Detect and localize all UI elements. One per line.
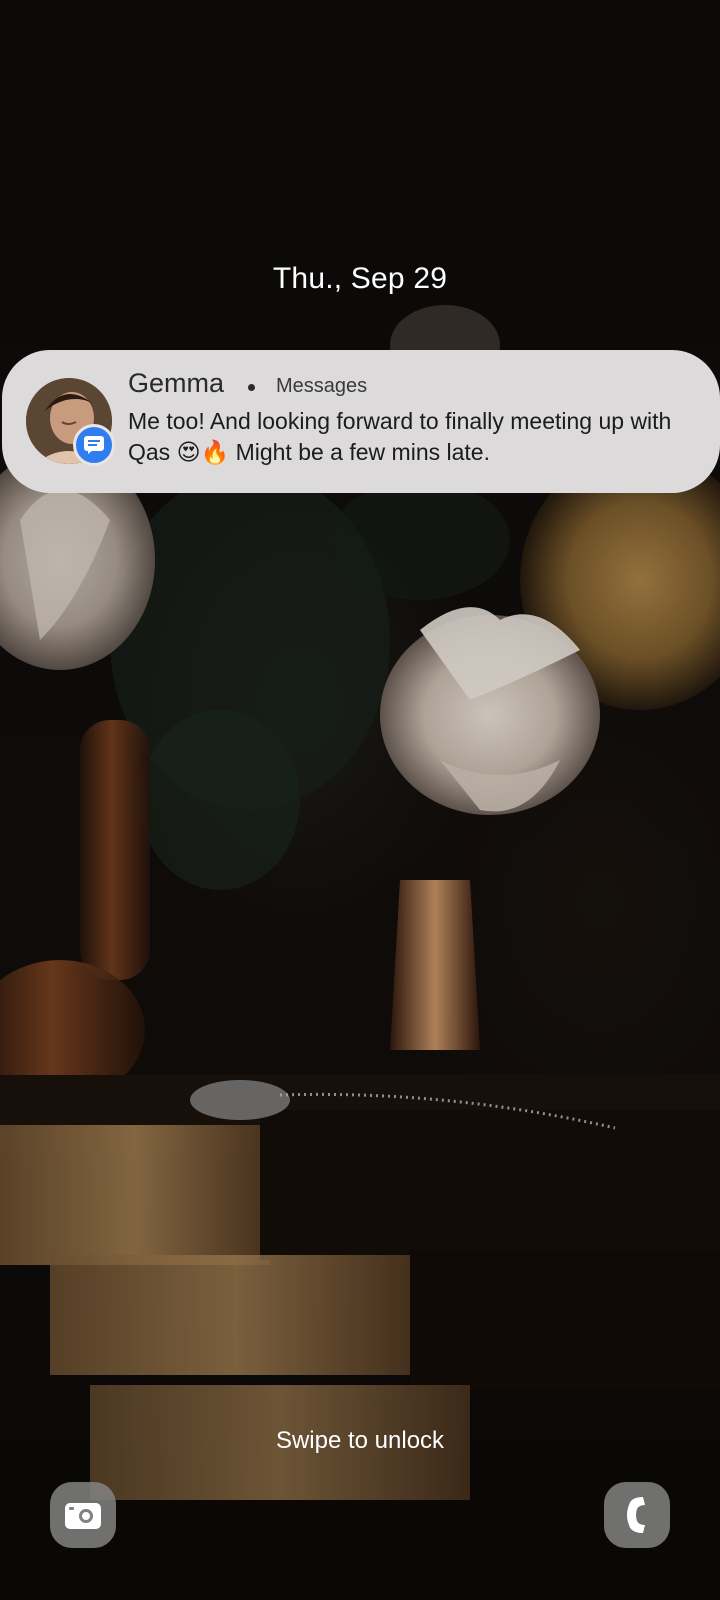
phone-icon xyxy=(627,1497,645,1533)
notification-app-name: Messages xyxy=(276,375,368,397)
notification-message-text: Me too! And looking forward to finally m… xyxy=(128,408,672,465)
messages-app-badge xyxy=(73,424,115,466)
swipe-to-unlock-hint: Swipe to unlock xyxy=(275,1427,445,1454)
lockscreen-wallpaper xyxy=(0,0,720,1600)
camera-icon xyxy=(65,1503,101,1529)
phone-shortcut-button[interactable] xyxy=(604,1482,670,1548)
separator-dot xyxy=(248,384,255,391)
messages-app-icon xyxy=(84,436,104,454)
wallpaper-still-life-image xyxy=(0,0,720,1600)
notification-sender: Gemma xyxy=(128,368,225,398)
lockscreen-date: Thu., Sep 29 xyxy=(272,262,448,295)
camera-shortcut-button[interactable] xyxy=(50,1482,116,1548)
message-notification-card[interactable]: Gemma Messages Me too! And looking forwa… xyxy=(2,350,720,493)
